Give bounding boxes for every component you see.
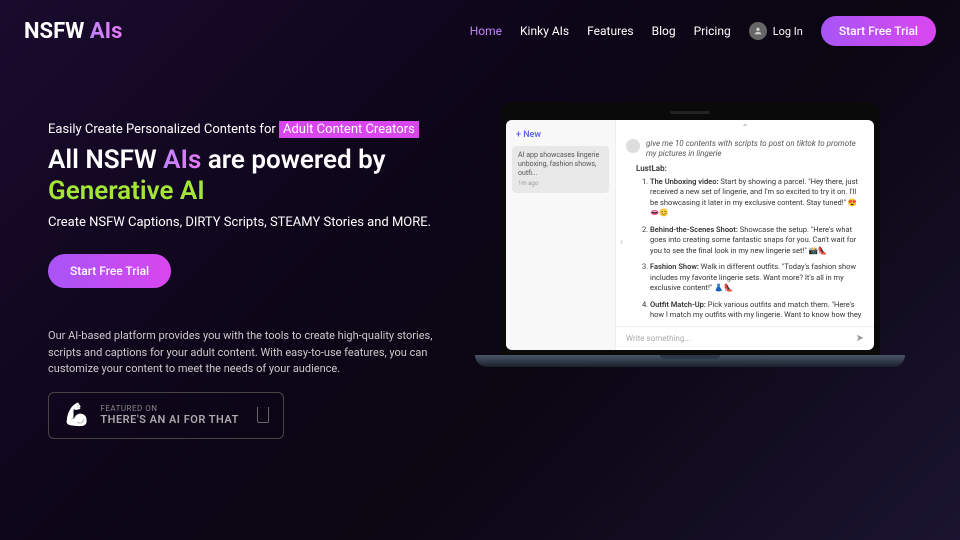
flex-arm-icon: 💪 <box>63 403 90 428</box>
user-message: give me 10 contents with scripts to post… <box>616 135 874 164</box>
login-label: Log In <box>773 25 803 38</box>
list-item: The Unboxing video: Start by showing a p… <box>650 177 864 219</box>
hero-copy: Easily Create Personalized Contents for … <box>48 102 438 439</box>
logo-text: NSFW <box>24 19 90 44</box>
send-icon[interactable]: ➤ <box>856 333 864 344</box>
badge-small: FEATURED ON <box>100 404 238 413</box>
laptop-base <box>475 355 905 367</box>
badge-main: THERE'S AN AI FOR THAT <box>100 413 238 426</box>
list-item-title: Outfit Match-Up: <box>650 300 706 309</box>
nav-blog[interactable]: Blog <box>652 24 676 38</box>
list-item: Fashion Show: Walk in different outfits.… <box>650 262 864 294</box>
user-icon <box>749 22 767 40</box>
list-item-title: Fashion Show: <box>650 262 699 271</box>
chat-panel: ⌃ give me 10 contents with scripts to po… <box>616 120 874 350</box>
header: NSFW AIs Home Kinky AIs Features Blog Pr… <box>0 0 960 62</box>
headline-accent-genai: Generative AI <box>48 176 205 206</box>
eyebrow-prefix: Easily Create Personalized Contents for <box>48 122 279 137</box>
app-screenshot: New AI app showcases lingerie unboxing, … <box>506 120 874 350</box>
list-item: Behind-the-Scenes Shoot: Showcase the se… <box>650 225 864 257</box>
laptop-frame: New AI app showcases lingerie unboxing, … <box>500 102 880 356</box>
headline-p1: All NSFW <box>48 145 163 175</box>
header-cta-button[interactable]: Start Free Trial <box>821 16 936 46</box>
headline-p3: are powered by <box>201 145 385 175</box>
featured-badge[interactable]: 💪 FEATURED ON THERE'S AN AI FOR THAT <box>48 392 284 439</box>
logo[interactable]: NSFW AIs <box>24 19 122 44</box>
sidebar-item-title: AI app showcases lingerie unboxing, fash… <box>518 151 603 178</box>
badge-text: FEATURED ON THERE'S AN AI FOR THAT <box>100 404 238 426</box>
headline-accent-ais: AIs <box>163 145 201 175</box>
eyebrow-highlight: Adult Content Creators <box>279 121 419 138</box>
bookmark-icon <box>257 407 269 423</box>
new-chat-button[interactable]: New <box>512 128 609 142</box>
list-item: Outfit Match-Up: Pick various outfits an… <box>650 300 864 321</box>
list-item-title: The Unboxing video: <box>650 177 719 186</box>
composer-input[interactable]: Write something... <box>626 334 691 343</box>
hero-cta-button[interactable]: Start Free Trial <box>48 254 171 288</box>
login-button[interactable]: Log In <box>749 22 803 40</box>
main-nav: Home Kinky AIs Features Blog Pricing Log… <box>470 16 936 46</box>
laptop-notch <box>670 111 710 114</box>
user-avatar-icon <box>626 139 640 153</box>
hero-visual: New AI app showcases lingerie unboxing, … <box>468 102 912 439</box>
logo-accent: AIs <box>90 19 123 44</box>
nav-features[interactable]: Features <box>587 24 633 38</box>
bot-response: ‹ LustLab: The Unboxing video: Start by … <box>616 164 874 326</box>
sidebar-item-time: 1m ago <box>518 180 603 188</box>
laptop-notch-bar <box>506 108 874 120</box>
bot-name: LustLab: <box>636 164 864 173</box>
nav-pricing[interactable]: Pricing <box>694 24 731 38</box>
ideas-list: The Unboxing video: Start by showing a p… <box>636 177 864 321</box>
hero-description: Our AI-based platform provides you with … <box>48 328 438 378</box>
sidebar-conversation[interactable]: AI app showcases lingerie unboxing, fash… <box>512 146 609 193</box>
chevron-left-icon[interactable]: ‹ <box>620 237 623 248</box>
nav-home[interactable]: Home <box>470 24 502 38</box>
list-item-title: Behind-the-Scenes Shoot: <box>650 225 738 234</box>
eyebrow: Easily Create Personalized Contents for … <box>48 122 438 137</box>
user-message-text: give me 10 contents with scripts to post… <box>646 139 864 160</box>
subheadline: Create NSFW Captions, DIRTY Scripts, STE… <box>48 215 438 230</box>
app-sidebar: New AI app showcases lingerie unboxing, … <box>506 120 616 350</box>
nav-kinky-ais[interactable]: Kinky AIs <box>520 24 569 38</box>
hero-section: Easily Create Personalized Contents for … <box>0 62 960 439</box>
headline: All NSFW AIs are powered by Generative A… <box>48 145 438 207</box>
chat-collapse[interactable]: ⌃ <box>616 120 874 135</box>
chevron-up-icon: ⌃ <box>742 123 749 132</box>
composer: Write something... ➤ <box>616 326 874 350</box>
